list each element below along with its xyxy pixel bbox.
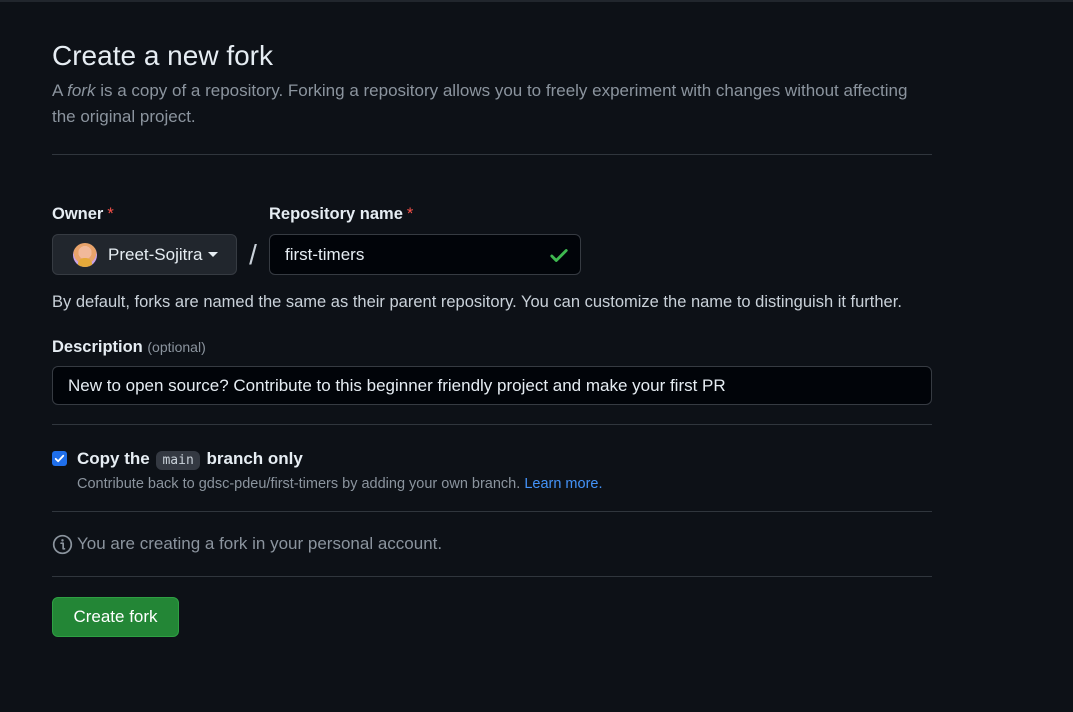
owner-select-button[interactable]: Preet-Sojitra: [52, 234, 237, 275]
actions-divider: [52, 576, 932, 577]
owner-field: Owner * Preet-Sojitra: [52, 203, 237, 275]
subtitle-rest: is a copy of a repository. Forking a rep…: [52, 81, 908, 126]
description-divider: [52, 424, 932, 425]
owner-repo-row: Owner * Preet-Sojitra / Repository name * …: [52, 203, 932, 275]
owner-repo-separator: /: [249, 239, 257, 270]
repository-field: Repository name * first-timers: [269, 203, 581, 275]
notice-text: You are creating a fork in your personal…: [77, 534, 443, 553]
owner-label-text: Owner: [52, 205, 104, 223]
avatar: [73, 242, 97, 267]
owner-value: Preet-Sojitra: [108, 244, 203, 264]
copy-branch-checkbox[interactable]: [52, 451, 67, 466]
repository-name-value: first-timers: [285, 244, 365, 264]
copy-branch-label-prefix: Copy the: [77, 449, 150, 468]
header-divider: [52, 154, 932, 155]
owner-label: Owner *: [52, 203, 237, 225]
create-fork-button[interactable]: Create fork: [52, 597, 179, 637]
page-title: Create a new fork: [52, 40, 273, 71]
top-border: [0, 0, 1073, 2]
copy-branch-sub-text: Contribute back to gdsc-pdeu/first-timer…: [77, 476, 521, 492]
copy-branch-option: Copy the main branch only Contribute bac…: [52, 447, 932, 492]
description-label-text: Description: [52, 338, 143, 356]
subtitle-prefix: A: [52, 81, 68, 100]
owner-required-mark: *: [107, 205, 114, 223]
subtitle-emphasis: fork: [67, 81, 96, 100]
description-input[interactable]: New to open source? Contribute to this b…: [52, 366, 932, 405]
learn-more-link[interactable]: Learn more.: [524, 476, 602, 492]
branch-name-code: main: [156, 451, 200, 470]
naming-help-text: By default, forks are named the same as …: [52, 293, 902, 311]
info-icon: [52, 534, 73, 554]
fork-form: Create a new fork A fork is a copy of a …: [52, 38, 932, 637]
repository-label: Repository name *: [269, 203, 581, 225]
personal-account-notice: You are creating a fork in your personal…: [52, 512, 932, 576]
repository-label-text: Repository name: [269, 205, 403, 223]
check-icon: [550, 248, 568, 262]
page-subtitle: A fork is a copy of a repository. Forkin…: [52, 78, 932, 130]
checkmark-icon: [54, 454, 65, 463]
copy-branch-text: Copy the main branch only Contribute bac…: [77, 447, 603, 492]
description-label: Description (optional): [52, 335, 932, 359]
repository-required-mark: *: [406, 205, 414, 223]
copy-branch-label[interactable]: Copy the main branch only: [77, 447, 603, 473]
caret-down-icon: [208, 252, 219, 257]
repository-name-input[interactable]: first-timers: [269, 234, 581, 275]
copy-branch-label-suffix: branch only: [206, 449, 303, 468]
description-optional-text: (optional): [147, 339, 206, 355]
copy-branch-description: Contribute back to gdsc-pdeu/first-timer…: [77, 476, 603, 492]
